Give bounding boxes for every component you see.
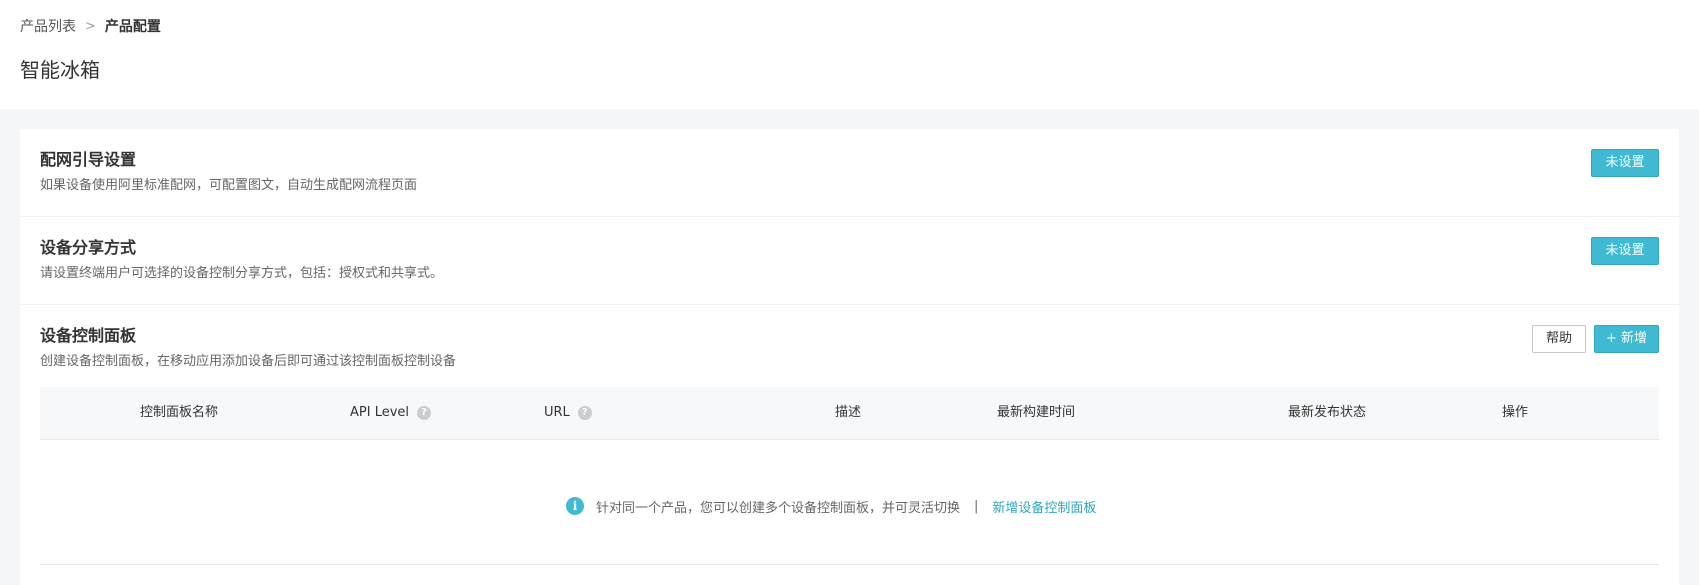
section-divider bbox=[20, 216, 1679, 217]
column-actions: 操作 bbox=[1502, 405, 1529, 420]
add-panel-link[interactable]: 新增设备控制面板 bbox=[992, 497, 1096, 516]
column-panel-name: 控制面板名称 bbox=[140, 405, 219, 420]
share-mode-title: 设备分享方式 bbox=[40, 238, 137, 257]
help-icon[interactable]: ? bbox=[577, 406, 592, 420]
empty-separator: | bbox=[974, 498, 979, 514]
info-icon: i bbox=[566, 497, 584, 515]
column-api-level: API Level ? bbox=[350, 387, 432, 439]
control-panel-title: 设备控制面板 bbox=[40, 326, 137, 345]
table-header: 控制面板名称 API Level ? URL ? 描述 最新构建时间 最新发布状… bbox=[40, 387, 1659, 440]
help-button[interactable]: 帮助 bbox=[1532, 325, 1586, 353]
breadcrumb: 产品列表 > 产品配置 bbox=[20, 17, 161, 37]
column-url: URL ? bbox=[544, 387, 592, 439]
help-icon[interactable]: ? bbox=[417, 406, 432, 420]
control-panel-section: 设备控制面板 创建设备控制面板，在移动应用添加设备后即可通过该控制面板控制设备 bbox=[40, 325, 1659, 373]
network-guide-desc: 如果设备使用阿里标准配网，可配置图文，自动生成配网流程页面 bbox=[40, 178, 418, 193]
empty-message: 针对同一个产品，您可以创建多个设备控制面板，并可灵活切换 bbox=[596, 500, 961, 516]
add-panel-button[interactable]: + 新增 bbox=[1594, 325, 1659, 353]
page-title: 智能冰箱 bbox=[20, 58, 100, 82]
network-guide-button[interactable]: 未设置 bbox=[1591, 149, 1659, 177]
chevron-right-icon: > bbox=[85, 19, 96, 34]
page-header: 产品列表 > 产品配置 智能冰箱 bbox=[0, 0, 1699, 109]
breadcrumb-current: 产品配置 bbox=[104, 19, 161, 35]
breadcrumb-product-list[interactable]: 产品列表 bbox=[20, 17, 76, 37]
network-guide-section: 配网引导设置 如果设备使用阿里标准配网，可配置图文，自动生成配网流程页面 bbox=[40, 149, 1659, 197]
column-url-label: URL bbox=[544, 405, 570, 420]
column-publish-status: 最新发布状态 bbox=[1288, 405, 1367, 420]
share-mode-button[interactable]: 未设置 bbox=[1591, 237, 1659, 265]
section-divider bbox=[20, 304, 1679, 305]
network-guide-title: 配网引导设置 bbox=[40, 150, 137, 169]
column-build-time: 最新构建时间 bbox=[997, 405, 1076, 420]
share-mode-desc: 请设置终端用户可选择的设备控制分享方式，包括：授权式和共享式。 bbox=[40, 266, 444, 281]
table-empty-state: i 针对同一个产品，您可以创建多个设备控制面板，并可灵活切换 | 新增设备控制面… bbox=[566, 493, 1096, 519]
column-api-level-label: API Level bbox=[350, 405, 410, 420]
column-description: 描述 bbox=[835, 405, 862, 420]
control-panel-desc: 创建设备控制面板，在移动应用添加设备后即可通过该控制面板控制设备 bbox=[40, 354, 457, 369]
config-card: 配网引导设置 如果设备使用阿里标准配网，可配置图文，自动生成配网流程页面 未设置… bbox=[20, 129, 1679, 585]
share-mode-section: 设备分享方式 请设置终端用户可选择的设备控制分享方式，包括：授权式和共享式。 bbox=[40, 237, 1659, 285]
table-bottom-border bbox=[40, 564, 1659, 565]
